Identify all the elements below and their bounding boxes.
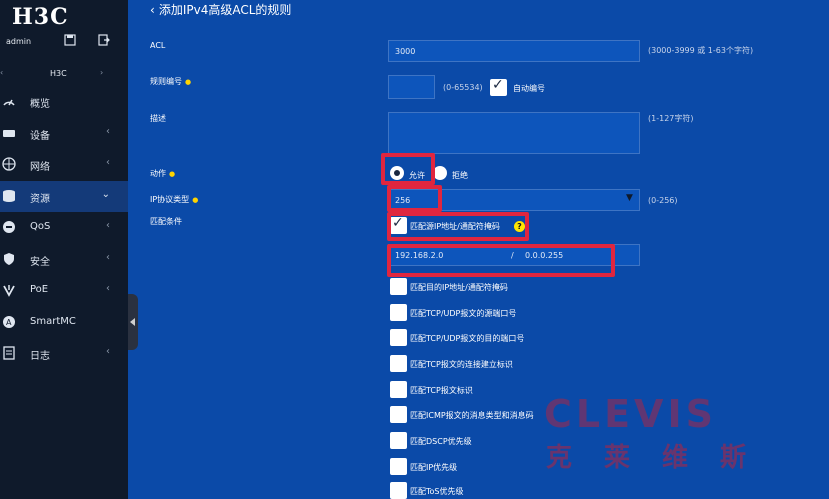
watermark-logo: CLEVIS: [544, 392, 717, 436]
svg-text:A: A: [6, 318, 12, 327]
database-icon: [2, 189, 16, 203]
match-option-checkbox[interactable]: [390, 406, 407, 423]
log-icon: [2, 346, 16, 360]
user-row: admin: [6, 34, 124, 52]
chevron-down-icon: ⌄: [101, 188, 110, 200]
sidebar-item-log[interactable]: 日志 ‹: [0, 338, 128, 370]
description-textarea[interactable]: [388, 112, 640, 154]
rule-id-hint: (0-65534): [443, 83, 483, 92]
page-title: ‹ 添加IPv4高级ACL的规则: [150, 1, 291, 18]
globe-icon: [2, 157, 16, 171]
highlight-box-ip-wildcard: [387, 244, 615, 277]
sidebar-item-label: 安全: [30, 256, 50, 268]
deny-radio[interactable]: [433, 166, 447, 180]
logout-icon[interactable]: [98, 34, 110, 48]
chevron-left-icon: ‹: [106, 157, 110, 168]
prev-device-icon[interactable]: ‹: [0, 68, 3, 77]
match-option-checkbox[interactable]: [390, 482, 407, 499]
acl-label: ACL: [150, 41, 166, 50]
rule-id-label: 规则编号 ●: [150, 77, 192, 86]
sidebar-item-device[interactable]: 设备 ‹: [0, 118, 128, 150]
sidebar: H3C admin ‹ H3C › 概览 设备 ‹ 网络 ‹ 资源 ⌄ QoS …: [0, 0, 128, 499]
page-title-text: 添加IPv4高级ACL的规则: [158, 3, 292, 17]
match-option-checkbox[interactable]: [390, 278, 407, 295]
match-option-checkbox[interactable]: [390, 458, 407, 475]
highlight-box-protocol: [387, 185, 442, 212]
shield-icon: [2, 252, 16, 266]
sidebar-item-security[interactable]: 安全 ‹: [0, 244, 128, 276]
match-option-label: 匹配TCP/UDP报文的源端口号: [410, 309, 517, 318]
match-option-label: 匹配DSCP优先级: [410, 437, 472, 446]
match-option-label: 匹配ICMP报文的消息类型和消息码: [410, 411, 534, 420]
acl-hint: (3000-3999 或 1-63个字符): [648, 46, 754, 55]
sidebar-item-smartmc[interactable]: A SmartMC: [0, 307, 128, 339]
protocol-hint: (0-256): [648, 196, 678, 205]
sidebar-item-label: 资源: [30, 193, 50, 205]
main-panel: ‹ 添加IPv4高级ACL的规则 ACL 3000 (3000-3999 或 1-…: [138, 0, 829, 499]
match-option-label: 匹配目的IP地址/通配符掩码: [410, 283, 508, 292]
chevron-left-icon: ‹: [106, 283, 110, 294]
sidebar-item-label: PoE: [30, 284, 49, 295]
match-option-checkbox[interactable]: [390, 329, 407, 346]
protocol-label: IP协议类型 ●: [150, 195, 199, 204]
match-option-label: 匹配ToS优先级: [410, 487, 464, 496]
device-switcher[interactable]: ‹ H3C ›: [0, 66, 128, 82]
chevron-down-icon: ▼: [626, 193, 633, 203]
sidebar-item-label: SmartMC: [30, 315, 76, 327]
watermark-text: 克莱维斯: [546, 443, 779, 473]
sidebar-item-label: 概览: [30, 99, 50, 110]
match-option-checkbox[interactable]: [390, 381, 407, 398]
sidebar-item-overview[interactable]: 概览: [0, 86, 128, 118]
sidebar-collapse-handle[interactable]: [128, 294, 138, 350]
highlight-box-source-ip: [387, 212, 529, 241]
sidebar-item-qos[interactable]: QoS ‹: [0, 212, 128, 244]
auto-number-label: 自动编号: [513, 84, 545, 93]
match-option-label: 匹配TCP报文标识: [410, 386, 473, 395]
sidebar-item-network[interactable]: 网络 ‹: [0, 149, 128, 181]
check-icon: ✓: [492, 77, 504, 93]
match-option-checkbox[interactable]: [390, 304, 407, 321]
h3c-logo: H3C: [12, 4, 69, 30]
gauge-icon: [2, 94, 16, 108]
sidebar-item-label: 网络: [30, 162, 50, 173]
required-mark: ●: [185, 78, 192, 86]
username[interactable]: admin: [6, 37, 31, 46]
match-label: 匹配条件: [150, 217, 182, 226]
acl-input[interactable]: 3000: [388, 40, 640, 62]
device-name: H3C: [50, 69, 67, 78]
description-label: 描述: [150, 114, 166, 123]
description-hint: (1-127字符): [648, 114, 694, 123]
sidebar-item-label: 设备: [30, 130, 50, 142]
match-option-checkbox[interactable]: [390, 432, 407, 449]
device-icon: [2, 126, 16, 140]
chevron-left-icon: ‹: [106, 125, 110, 137]
chevron-left-icon: ‹: [106, 346, 110, 357]
match-option-label: 匹配TCP报文的连接建立标识: [410, 360, 513, 369]
next-device-icon[interactable]: ›: [100, 68, 103, 77]
sidebar-item-poe[interactable]: PoE ‹: [0, 275, 128, 307]
save-icon[interactable]: [64, 34, 76, 48]
chevron-left-icon: ‹: [106, 251, 110, 263]
sidebar-item-label: QoS: [30, 221, 51, 232]
match-option-checkbox[interactable]: [390, 355, 407, 372]
qos-icon: [2, 220, 16, 234]
smartmc-icon: A: [2, 315, 16, 329]
action-label: 动作 ●: [150, 169, 176, 178]
sidebar-nav: 概览 设备 ‹ 网络 ‹ 资源 ⌄ QoS ‹ 安全 ‹ PoE ‹ A Sma…: [0, 86, 128, 370]
sidebar-item-label: 日志: [30, 351, 50, 362]
auto-number-checkbox[interactable]: ✓: [490, 77, 507, 96]
poe-icon: [2, 283, 16, 297]
match-option-label: 匹配TCP/UDP报文的目的端口号: [410, 334, 525, 343]
chevron-left-icon: ‹: [106, 220, 110, 231]
sidebar-item-resource[interactable]: 资源 ⌄: [0, 180, 128, 212]
match-option-label: 匹配IP优先级: [410, 463, 458, 472]
required-mark: ●: [192, 196, 199, 204]
back-icon[interactable]: ‹: [150, 3, 155, 17]
highlight-box-action: [381, 153, 435, 185]
rule-id-input[interactable]: [388, 75, 435, 99]
deny-label: 拒绝: [452, 171, 468, 180]
required-mark: ●: [169, 170, 176, 178]
